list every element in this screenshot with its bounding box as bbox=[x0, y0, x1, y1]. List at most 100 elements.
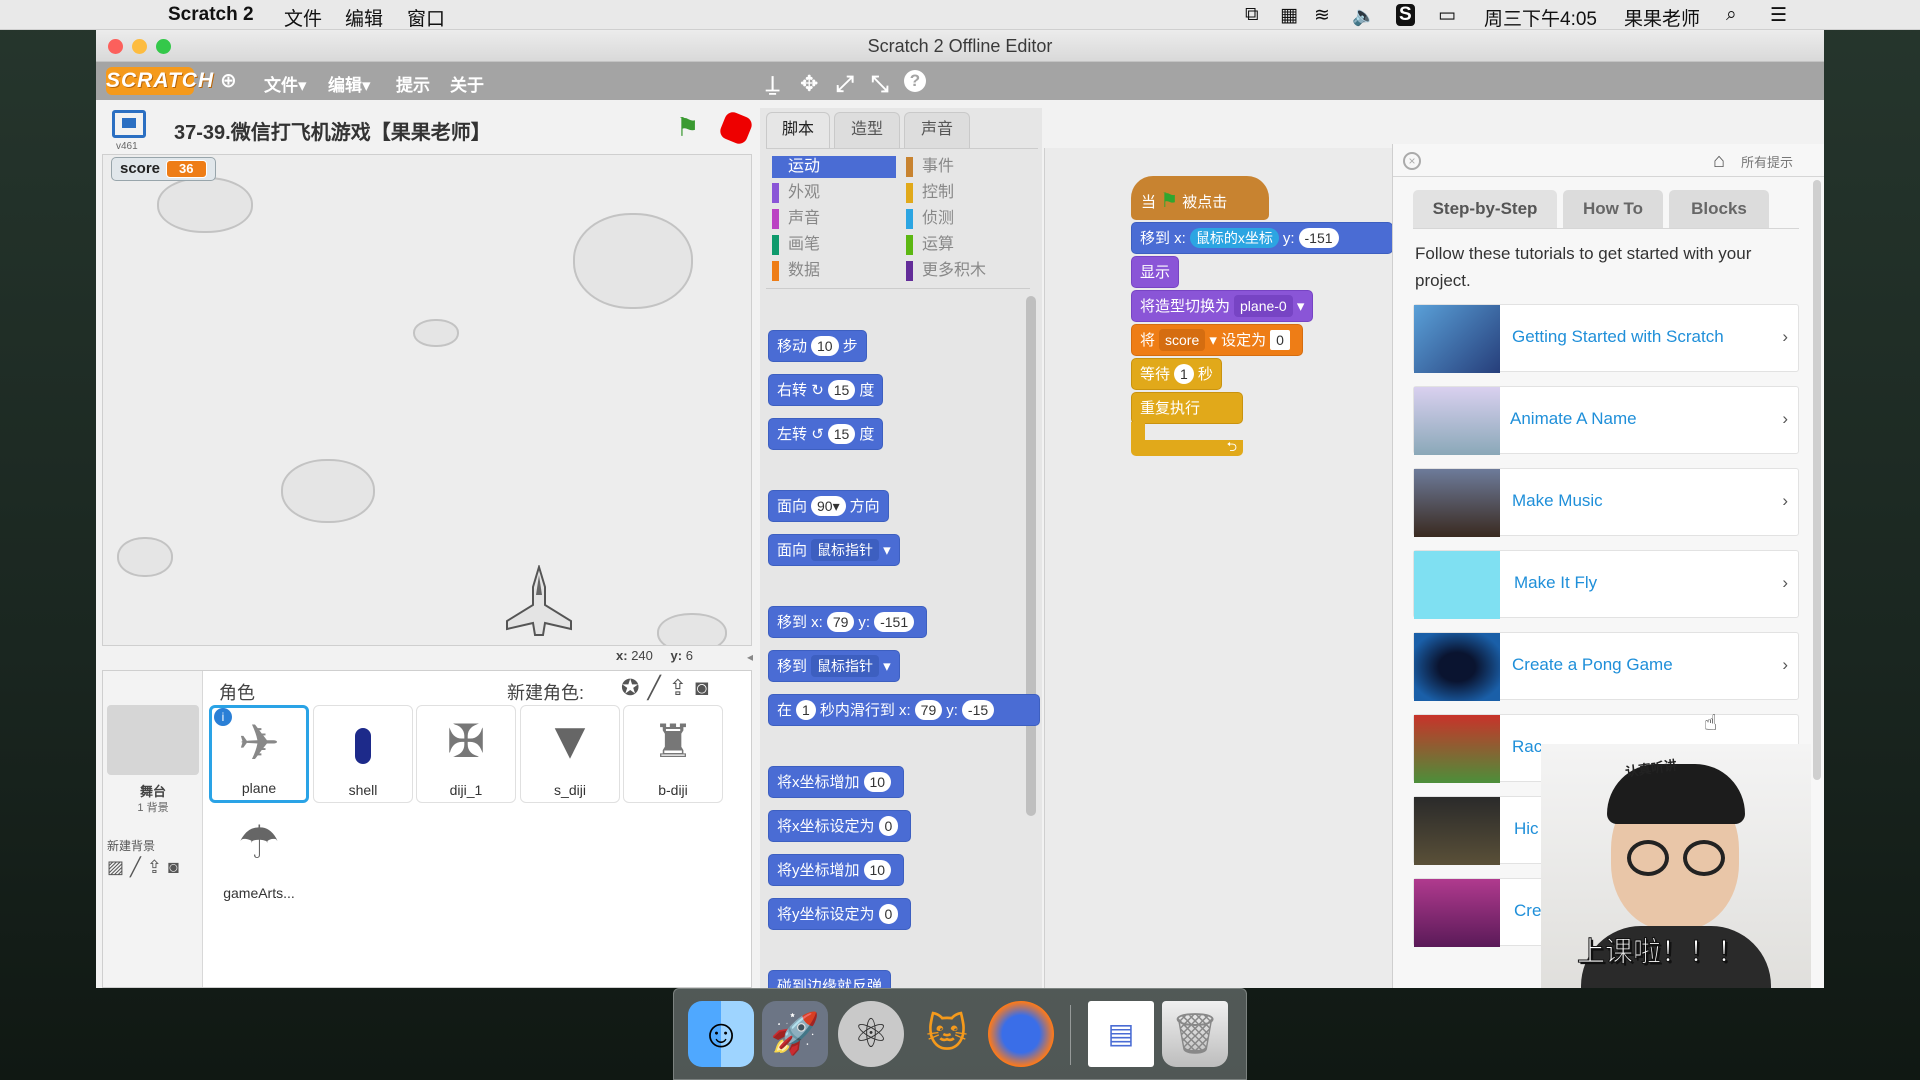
script-show[interactable]: 显示 bbox=[1131, 256, 1180, 288]
language-globe-icon[interactable]: ⊕ bbox=[220, 68, 237, 93]
block-set-x[interactable]: 将x坐标设定为 0 bbox=[768, 810, 912, 842]
sprite-thumb-gamearts[interactable]: ☂ gameArts... bbox=[209, 807, 309, 905]
tab-how-to[interactable]: How To bbox=[1563, 190, 1663, 228]
block-move-steps[interactable]: 移动 10 步 bbox=[768, 330, 867, 362]
close-tips-icon[interactable]: × bbox=[1403, 152, 1421, 170]
tab-blocks[interactable]: Blocks bbox=[1669, 190, 1769, 228]
block-goto-xy[interactable]: 移到 x: 79 y: -151 bbox=[768, 606, 928, 638]
toolbar-edit-menu[interactable]: 编辑▾ bbox=[328, 71, 371, 96]
tab-costumes[interactable]: 造型 bbox=[834, 112, 900, 148]
trash-icon[interactable]: 🗑 bbox=[1162, 1001, 1228, 1067]
category-sensing[interactable]: 侦测 bbox=[906, 208, 1026, 230]
sprite-paint-icon[interactable]: ╱ bbox=[647, 675, 668, 700]
palette-scrollbar[interactable] bbox=[1026, 296, 1036, 816]
menu-clock[interactable]: 周三下午4:05 bbox=[1484, 4, 1597, 31]
category-data[interactable]: 数据 bbox=[772, 260, 896, 282]
script-goto-xy[interactable]: 移到 x: 鼠标的x坐标 y: -151 bbox=[1131, 222, 1393, 254]
script-wait[interactable]: 等待 1 秒 bbox=[1131, 358, 1222, 390]
sprite-thumb-shell[interactable]: shell bbox=[313, 705, 413, 803]
category-events[interactable]: 事件 bbox=[906, 156, 1026, 178]
block-point-towards[interactable]: 面向 鼠标指针 ▾ bbox=[768, 534, 900, 566]
home-icon[interactable]: ⌂ bbox=[1713, 150, 1725, 173]
category-pen[interactable]: 画笔 bbox=[772, 234, 896, 256]
backdrop-paint-icon[interactable]: ╱ bbox=[130, 857, 147, 877]
backdrop-camera-icon[interactable]: ◙ bbox=[168, 857, 185, 877]
help-question-icon[interactable]: ? bbox=[904, 70, 926, 92]
sprite-info-icon[interactable]: i bbox=[214, 708, 232, 726]
sprite-thumb-diji1[interactable]: ✠ diji_1 bbox=[416, 705, 516, 803]
menu-user[interactable]: 果果老师 bbox=[1624, 4, 1700, 31]
delete-scissors-icon[interactable]: ✥ bbox=[800, 71, 818, 97]
sprite-thumb-s-diji[interactable]: ▼ s_diji bbox=[520, 705, 620, 803]
duplicate-stamp-icon[interactable]: ⍊ bbox=[766, 71, 779, 97]
grid-icon[interactable]: ▦ bbox=[1280, 4, 1298, 27]
project-title[interactable]: 37-39.微信打飞机游戏【果果老师】 bbox=[174, 116, 491, 145]
tutorial-getting-started[interactable]: Getting Started with Scratch › bbox=[1413, 304, 1799, 373]
stage-canvas[interactable]: score 36 2 bbox=[102, 154, 752, 646]
tab-scripts[interactable]: 脚本 bbox=[766, 112, 830, 148]
screen-record-icon[interactable]: ⧉ bbox=[1245, 4, 1259, 26]
menu-app-name[interactable]: Scratch 2 bbox=[168, 4, 254, 26]
score-variable-monitor[interactable]: score 36 bbox=[111, 157, 216, 181]
block-turn-left[interactable]: 左转 ↺ 15 度 bbox=[768, 418, 884, 450]
stage-thumbnail[interactable] bbox=[107, 705, 199, 775]
stop-button[interactable] bbox=[717, 109, 755, 147]
tab-sounds[interactable]: 声音 bbox=[904, 112, 970, 148]
tutorial-make-music[interactable]: Make Music › bbox=[1413, 468, 1799, 537]
sogou-input-icon[interactable]: S bbox=[1396, 4, 1415, 26]
scratch-cat-icon[interactable]: 🐱 bbox=[914, 1001, 980, 1067]
sprite-camera-icon[interactable]: ◙ bbox=[695, 675, 716, 700]
category-sound[interactable]: 声音 bbox=[772, 208, 896, 230]
green-flag-button[interactable]: ⚑ bbox=[676, 112, 706, 142]
documents-stack-icon[interactable]: ▤ bbox=[1088, 1001, 1154, 1067]
presentation-mode-icon[interactable] bbox=[112, 110, 146, 138]
spotlight-search-icon[interactable]: ⌕ bbox=[1726, 4, 1737, 26]
grow-icon[interactable]: ⤢ bbox=[836, 71, 854, 97]
plane-sprite[interactable] bbox=[505, 563, 573, 645]
all-tips-link[interactable]: 所有提示 bbox=[1741, 152, 1793, 171]
tutorial-make-it-fly[interactable]: Make It Fly › bbox=[1413, 550, 1799, 619]
block-point-direction[interactable]: 面向 90▾ 方向 bbox=[768, 490, 889, 522]
category-operators[interactable]: 运算 bbox=[906, 234, 1026, 256]
collapse-stage-arrow-icon[interactable]: ◂ bbox=[747, 650, 753, 664]
block-turn-right[interactable]: 右转 ↻ 15 度 bbox=[768, 374, 884, 406]
sprite-thumb-plane[interactable]: i ✈ plane bbox=[209, 705, 309, 803]
toolbar-tips-menu[interactable]: 提示 bbox=[396, 71, 430, 96]
script-forever-loop[interactable]: 重复执行 ⮌ bbox=[1131, 392, 1243, 456]
block-bounce[interactable]: 碰到边缘就反弹 bbox=[768, 970, 892, 988]
launchpad-rocket-icon[interactable]: 🚀 bbox=[762, 1001, 828, 1067]
block-set-y[interactable]: 将y坐标设定为 0 bbox=[768, 898, 912, 930]
script-hat-when-flag[interactable]: 当 ⚑ 被点击 bbox=[1131, 176, 1269, 220]
photo-slideshow-icon[interactable]: ⚛ bbox=[838, 1001, 904, 1067]
category-looks[interactable]: 外观 bbox=[772, 182, 896, 204]
shrink-icon[interactable]: ⤡ bbox=[871, 71, 889, 97]
wifi-icon[interactable]: ≋ bbox=[1314, 4, 1330, 27]
block-glide[interactable]: 在 1 秒内滑行到 x: 79 y: -15 bbox=[768, 694, 1040, 726]
tutorial-animate-name[interactable]: Animate A Name › bbox=[1413, 386, 1799, 455]
sprite-thumb-b-diji[interactable]: ♜ b-diji bbox=[623, 705, 723, 803]
volume-icon[interactable]: 🔈 bbox=[1352, 4, 1376, 28]
block-change-y[interactable]: 将y坐标增加 10 bbox=[768, 854, 905, 886]
block-goto[interactable]: 移到 鼠标指针 ▾ bbox=[768, 650, 900, 682]
sprite-library-icon[interactable]: ✪ bbox=[621, 675, 647, 700]
backdrop-upload-icon[interactable]: ⇪ bbox=[147, 857, 168, 877]
backdrop-library-icon[interactable]: ▨ bbox=[107, 857, 130, 877]
tutorial-pong-game[interactable]: Create a Pong Game › bbox=[1413, 632, 1799, 701]
category-control[interactable]: 控制 bbox=[906, 182, 1026, 204]
battery-icon[interactable]: ▭ bbox=[1438, 4, 1456, 27]
firefox-icon[interactable] bbox=[988, 1001, 1054, 1067]
category-more-blocks[interactable]: 更多积木 bbox=[906, 260, 1026, 282]
script-set-variable[interactable]: 将 score ▾ 设定为 0 bbox=[1131, 324, 1303, 356]
script-switch-costume[interactable]: 将造型切换为 plane-0 ▾ bbox=[1131, 290, 1314, 322]
scratch-logo[interactable]: SCRATCH bbox=[106, 67, 213, 95]
scripts-area[interactable]: 当 ⚑ 被点击 移到 x: 鼠标的x坐标 y: -151 显示 将造型切换为 plane… bbox=[1044, 148, 1394, 988]
tips-scrollbar[interactable] bbox=[1813, 180, 1821, 780]
toolbar-about-menu[interactable]: 关于 bbox=[450, 71, 484, 96]
notification-list-icon[interactable]: ☰ bbox=[1770, 4, 1787, 27]
menu-window[interactable]: 窗口 bbox=[407, 4, 445, 31]
menu-edit[interactable]: 编辑 bbox=[345, 4, 383, 31]
sprite-upload-icon[interactable]: ⇪ bbox=[669, 675, 695, 700]
toolbar-file-menu[interactable]: 文件▾ bbox=[264, 71, 307, 96]
finder-icon[interactable]: ☺ bbox=[688, 1001, 754, 1067]
menu-file[interactable]: 文件 bbox=[284, 4, 322, 31]
